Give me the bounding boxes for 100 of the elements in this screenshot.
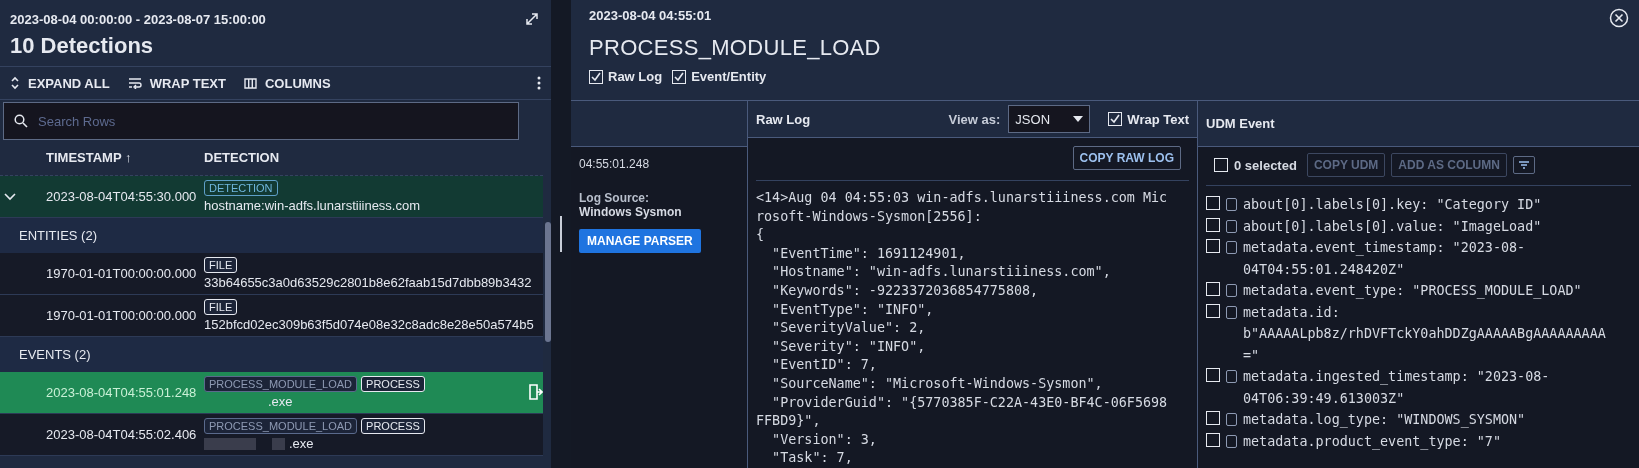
table-row[interactable]: 1970-01-01T00:00:00.000 FILE 33b64655c3a0d63529c2801b8e62faab15d7dbb89b3432 xyxy=(0,253,543,295)
checkbox-label: Raw Log xyxy=(608,69,663,84)
table-row[interactable]: 2023-08-04T04:55:30.000 DETECTION hostname:win-adfs.lunarstiiiness.com xyxy=(0,176,543,218)
log-line: "Hostname": "win-adfs.lunarstiiiness.com", xyxy=(771,263,1112,282)
checkbox[interactable] xyxy=(1206,303,1220,318)
toolbar-button[interactable]: WRAP TEXT xyxy=(127,75,226,91)
column-title: Raw Log xyxy=(756,111,811,127)
timestamp-text: 2023-08-04T04:55:01.248 xyxy=(46,385,198,400)
detection-text: hostname:win-adfs.lunarstiiiness.com xyxy=(204,198,421,213)
field-type-icon xyxy=(1226,370,1237,383)
udm-field: about[0].labels[0].value: "ImageLoad" xyxy=(1243,215,1542,237)
detection-text: 33b64655c3a0d63529c2801b8e62faab15d7dbb89b3432 xyxy=(204,275,532,290)
table-row[interactable]: 2023-08-04T04:55:01.248 PROCESS_MODULE_LOAD PROCESS .exe xyxy=(0,372,543,414)
type-tag: PROCESS xyxy=(361,418,425,434)
scrollbar[interactable] xyxy=(545,222,551,342)
section-header: EVENTS (2) xyxy=(0,337,543,372)
log-line: "EventType": "INFO", xyxy=(771,300,935,319)
dropdown-caret-icon xyxy=(1073,116,1084,123)
log-line: "Version": 3, xyxy=(771,430,878,449)
table-row[interactable]: 2023-08-04T04:55:02.406 PROCESS_MODULE_LOAD PROCESS .exe xyxy=(0,414,543,456)
log-time: 04:55:01.248 xyxy=(579,157,651,171)
date-range: 2023-08-04 00:00:00 - 2023-08-07 15:00:00 xyxy=(10,11,266,27)
field-type-icon xyxy=(1226,305,1237,319)
view-as-label: View as: xyxy=(948,111,1001,127)
checkbox[interactable] xyxy=(589,69,603,84)
log-line: "ProviderGuid": "{5770385F-C22A-43E0-BF4C-06F5698 xyxy=(771,393,1169,412)
detection-text: .exe xyxy=(268,394,293,409)
checkbox[interactable] xyxy=(1108,112,1123,127)
table-row[interactable]: 1970-01-01T00:00:00.000 FILE 152bfcd02ec309b63f5d074e08e32c8adc8e28e50a574b5 xyxy=(0,295,543,337)
field-type-icon xyxy=(1226,413,1237,426)
selected-count: 0 selected xyxy=(1234,157,1297,173)
log-line: rosoft-Windows-Sysmon[2556]: xyxy=(756,207,983,226)
log-line: "SeverityValue": 2, xyxy=(771,319,927,338)
close-icon[interactable] xyxy=(1609,8,1629,28)
open-panel-icon[interactable] xyxy=(529,384,543,400)
udm-field: about[0].labels[0].key: "Category ID" xyxy=(1243,194,1542,216)
manage-parser-button[interactable]: MANAGE PARSER xyxy=(579,229,701,253)
log-line: "SourceName": "Microsoft-Windows-Sysmon", xyxy=(771,375,1104,394)
checkbox[interactable] xyxy=(1206,217,1220,232)
checkbox[interactable] xyxy=(1206,239,1220,253)
column-title: UDM Event xyxy=(1206,116,1275,131)
udm-field: metadata.event_timestamp: "2023-08- 04T04:55:01.248420Z" xyxy=(1243,237,1526,280)
panel-title: 10 Detections xyxy=(9,32,155,60)
udm-field: metadata.id: b"AAAAALpb8z/rhDVFTckY0ahDDZgAAAAABgAAAAAAAAA =" xyxy=(1243,301,1606,366)
log-line: "Severity": "INFO", xyxy=(771,337,927,356)
log-line: "EventTime": 1691124901, xyxy=(771,244,967,263)
field-type-icon xyxy=(1226,434,1237,448)
column-header[interactable]: DETECTION xyxy=(204,150,543,165)
field-type-icon xyxy=(1226,241,1237,254)
wrap-text-icon xyxy=(127,77,142,89)
log-line: { xyxy=(756,226,766,245)
timestamp-text: 2023-08-04T04:55:30.000 xyxy=(46,189,198,204)
udm-field: metadata.ingested_timestamp: "2023-08- 04T06:39:49.613003Z" xyxy=(1243,366,1550,409)
event-title: PROCESS_MODULE_LOAD xyxy=(589,35,882,61)
field-type-icon xyxy=(1226,219,1237,233)
field-type-icon xyxy=(1226,284,1237,297)
toolbar-button[interactable]: COLUMNS xyxy=(243,75,331,91)
more-icon[interactable] xyxy=(537,76,541,90)
toolbar-button[interactable]: EXPAND ALL xyxy=(10,75,110,91)
filter-icon[interactable] xyxy=(1512,156,1535,174)
checkbox[interactable] xyxy=(1206,196,1220,210)
detection-text: 152bfcd02ec309b63f5d074e08e32c8adc8e28e50a574b5 xyxy=(204,317,534,332)
type-tag: FILE xyxy=(204,299,238,315)
column-header[interactable]: TIMESTAMP ↑ xyxy=(46,150,204,165)
search-field[interactable]: Search Rows xyxy=(3,102,519,140)
field-type-icon xyxy=(1226,198,1237,211)
checkbox[interactable] xyxy=(1206,368,1220,382)
type-tag: DETECTION xyxy=(204,180,278,196)
view-as-dropdown[interactable]: JSON xyxy=(1008,105,1091,134)
log-line: <14>Aug 04 04:55:03 win-adfs.lunarstiiiness.com Mic xyxy=(756,189,1169,208)
log-source-label: Log Source: xyxy=(579,191,650,205)
checkbox-label: Event/Entity xyxy=(691,69,767,84)
copy-raw-log-button[interactable]: COPY RAW LOG xyxy=(1072,146,1181,171)
log-line: FFBD9}", xyxy=(756,412,822,431)
expand-icon xyxy=(10,76,20,90)
type-tag: FILE xyxy=(204,257,238,273)
checkbox[interactable] xyxy=(672,69,687,84)
type-tag: PROCESS_MODULE_LOAD xyxy=(204,376,358,392)
log-source-value: Windows Sysmon xyxy=(579,205,683,219)
select-all-checkbox[interactable] xyxy=(1214,158,1228,172)
search-icon xyxy=(14,114,28,128)
section-header: ENTITIES (2) xyxy=(0,218,543,253)
log-line: "Task": 7, xyxy=(771,449,854,468)
checkbox[interactable] xyxy=(1206,411,1220,425)
udm-field: metadata.log_type: "WINDOWS_SYSMON" xyxy=(1243,409,1526,431)
redaction-block xyxy=(272,437,285,450)
type-tag: PROCESS_MODULE_LOAD xyxy=(204,418,358,434)
checkbox[interactable] xyxy=(1206,432,1220,447)
udm-field: metadata.event_type: "PROCESS_MODULE_LOAD" xyxy=(1243,280,1582,302)
resize-handle[interactable] xyxy=(560,216,562,252)
udm-field: metadata.product_event_type: "7" xyxy=(1243,430,1501,452)
columns-icon xyxy=(243,77,257,89)
log-line: "EventID": 7, xyxy=(771,356,878,375)
checkbox-label: Wrap Text xyxy=(1127,111,1189,127)
timestamp-text: 1970-01-01T00:00:00.000 xyxy=(46,308,198,323)
timestamp-text: 1970-01-01T00:00:00.000 xyxy=(46,266,198,281)
log-line: "Keywords": -9223372036854775808, xyxy=(771,282,1040,301)
redaction-block xyxy=(204,437,256,450)
expand-panel-icon[interactable] xyxy=(525,12,539,26)
checkbox[interactable] xyxy=(1206,282,1220,296)
